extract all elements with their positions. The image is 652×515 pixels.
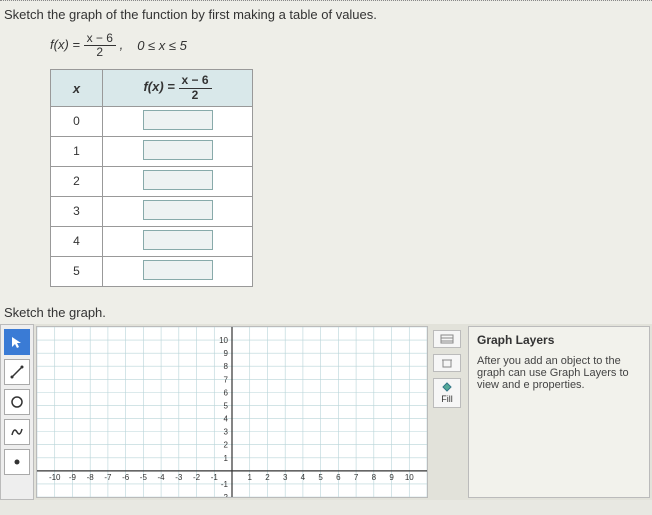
svg-text:5: 5: [224, 401, 229, 410]
domain-restriction: 0 ≤ x ≤ 5: [137, 38, 187, 53]
value-input[interactable]: [143, 230, 213, 250]
x-cell: 5: [51, 256, 103, 286]
svg-text:-9: -9: [69, 473, 77, 482]
table-row: 0: [51, 106, 253, 136]
delete-icon: [440, 358, 454, 368]
fraction: x − 6 2: [84, 32, 116, 59]
x-cell: 4: [51, 226, 103, 256]
point-tool[interactable]: [4, 449, 30, 475]
line-icon: [10, 365, 24, 379]
value-cell: [103, 136, 253, 166]
function-expression: f(x) = x − 6 2 ,: [50, 32, 123, 59]
svg-text:-7: -7: [104, 473, 112, 482]
value-table: x f(x) = x − 6 2 0 1 2 3 4: [50, 69, 253, 286]
svg-text:-1: -1: [221, 480, 229, 489]
graph-canvas[interactable]: -10 -9 -8 -7 -6 -5 -4 -3 -2 -1 1 2 3 4 5 6 7 8 9 10 1 2 3 4 5 6 7 8…: [36, 326, 428, 498]
svg-text:6: 6: [336, 473, 341, 482]
value-input[interactable]: [143, 170, 213, 190]
side-toolbar: Fill: [430, 324, 464, 500]
svg-text:3: 3: [283, 473, 288, 482]
header-x: x: [51, 70, 103, 106]
curve-tool[interactable]: [4, 419, 30, 445]
value-cell: [103, 166, 253, 196]
sketch-label: Sketch the graph.: [0, 297, 652, 324]
circle-icon: [10, 395, 24, 409]
svg-text:-1: -1: [211, 473, 219, 482]
value-input[interactable]: [143, 140, 213, 160]
graph-layers-panel: Graph Layers After you add an object to …: [468, 326, 650, 498]
function-definition: f(x) = x − 6 2 , 0 ≤ x ≤ 5: [0, 30, 652, 69]
svg-text:7: 7: [224, 375, 229, 384]
x-cell: 3: [51, 196, 103, 226]
svg-text:9: 9: [389, 473, 394, 482]
svg-text:-5: -5: [140, 473, 148, 482]
fill-icon: [440, 382, 454, 392]
svg-text:1: 1: [248, 473, 253, 482]
svg-text:-2: -2: [221, 493, 229, 497]
value-input[interactable]: [143, 260, 213, 280]
svg-text:8: 8: [224, 362, 229, 371]
fill-tool-button[interactable]: Fill: [433, 378, 461, 408]
graph-options-button[interactable]: [433, 330, 461, 348]
value-table-wrap: x f(x) = x − 6 2 0 1 2 3 4: [0, 69, 652, 296]
svg-text:-6: -6: [122, 473, 130, 482]
svg-text:3: 3: [224, 427, 229, 436]
value-cell: [103, 256, 253, 286]
coordinate-grid: -10 -9 -8 -7 -6 -5 -4 -3 -2 -1 1 2 3 4 5 6 7 8 9 10 1 2 3 4 5 6 7 8…: [37, 327, 427, 497]
header-fx: f(x) = x − 6 2: [103, 70, 253, 106]
svg-text:10: 10: [405, 473, 414, 482]
x-cell: 1: [51, 136, 103, 166]
svg-text:4: 4: [301, 473, 306, 482]
value-input[interactable]: [143, 110, 213, 130]
svg-text:10: 10: [219, 336, 228, 345]
svg-text:2: 2: [265, 473, 270, 482]
svg-text:2: 2: [224, 440, 229, 449]
layers-title: Graph Layers: [477, 333, 641, 355]
x-cell: 0: [51, 106, 103, 136]
svg-text:7: 7: [354, 473, 359, 482]
pointer-icon: [10, 335, 24, 349]
layers-description: After you add an object to the graph can…: [477, 355, 641, 391]
svg-text:-8: -8: [87, 473, 95, 482]
svg-text:-3: -3: [175, 473, 183, 482]
svg-text:1: 1: [224, 454, 229, 463]
value-cell: [103, 196, 253, 226]
table-row: 1: [51, 136, 253, 166]
problem-prompt: Sketch the graph of the function by firs…: [0, 1, 652, 30]
svg-text:4: 4: [224, 414, 229, 423]
svg-text:-4: -4: [158, 473, 166, 482]
circle-tool[interactable]: [4, 389, 30, 415]
delete-button[interactable]: [433, 354, 461, 372]
table-row: 2: [51, 166, 253, 196]
line-tool[interactable]: [4, 359, 30, 385]
svg-text:6: 6: [224, 388, 229, 397]
graph-toolbar: [0, 324, 34, 500]
table-row: 3: [51, 196, 253, 226]
graph-area: -10 -9 -8 -7 -6 -5 -4 -3 -2 -1 1 2 3 4 5 6 7 8 9 10 1 2 3 4 5 6 7 8…: [0, 324, 652, 500]
table-row: 4: [51, 226, 253, 256]
svg-text:-2: -2: [193, 473, 201, 482]
curve-icon: [10, 425, 24, 439]
svg-text:9: 9: [224, 349, 229, 358]
svg-text:-10: -10: [49, 473, 61, 482]
point-icon: [10, 455, 24, 469]
value-input[interactable]: [143, 200, 213, 220]
options-icon: [440, 334, 454, 344]
svg-text:5: 5: [318, 473, 323, 482]
table-row: 5: [51, 256, 253, 286]
value-cell: [103, 226, 253, 256]
svg-text:8: 8: [372, 473, 377, 482]
value-cell: [103, 106, 253, 136]
pointer-tool[interactable]: [4, 329, 30, 355]
x-cell: 2: [51, 166, 103, 196]
